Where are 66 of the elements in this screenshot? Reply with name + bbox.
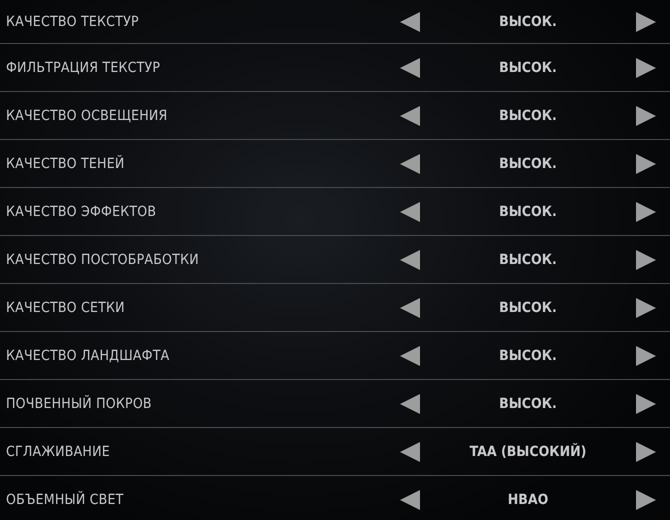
left-triangle-icon xyxy=(400,154,420,174)
right-triangle-icon xyxy=(636,442,656,462)
next-button[interactable] xyxy=(635,296,657,318)
setting-label: ПОЧВЕННЫЙ ПОКРОВ xyxy=(6,396,153,412)
setting-label: КАЧЕСТВО ЛАНДШАФТА xyxy=(6,348,170,364)
right-triangle-icon xyxy=(636,490,656,510)
previous-button[interactable] xyxy=(399,344,421,366)
setting-value: HBAO xyxy=(508,492,548,508)
setting-value: ВЫСОК. xyxy=(499,348,557,364)
next-button[interactable] xyxy=(635,200,657,222)
next-button[interactable] xyxy=(635,440,657,462)
previous-button[interactable] xyxy=(399,488,421,510)
setting-label: КАЧЕСТВО ЭФФЕКТОВ xyxy=(6,204,158,220)
next-button[interactable] xyxy=(635,152,657,174)
previous-button[interactable] xyxy=(399,200,421,222)
setting-value: ВЫСОК. xyxy=(499,108,557,124)
previous-button[interactable] xyxy=(399,104,421,126)
next-button[interactable] xyxy=(635,248,657,270)
right-triangle-icon xyxy=(636,250,656,270)
left-triangle-icon xyxy=(400,490,420,510)
setting-label: КАЧЕСТВО ПОСТОБРАБОТКИ xyxy=(6,252,200,268)
left-triangle-icon xyxy=(400,106,420,126)
left-triangle-icon xyxy=(400,250,420,270)
setting-value: ВЫСОК. xyxy=(499,300,557,316)
next-button[interactable] xyxy=(635,104,657,126)
previous-button[interactable] xyxy=(399,248,421,270)
setting-value: ВЫСОК. xyxy=(499,60,557,76)
setting-label: КАЧЕСТВО ТЕКСТУР xyxy=(6,14,140,30)
next-button[interactable] xyxy=(635,344,657,366)
setting-label: КАЧЕСТВО ТЕНЕЙ xyxy=(6,156,126,172)
previous-button[interactable] xyxy=(399,152,421,174)
right-triangle-icon xyxy=(636,202,656,222)
setting-value: TAA (ВЫСОКИЙ) xyxy=(470,444,586,460)
right-triangle-icon xyxy=(636,298,656,318)
right-triangle-icon xyxy=(636,394,656,414)
left-triangle-icon xyxy=(400,346,420,366)
left-triangle-icon xyxy=(400,202,420,222)
right-triangle-icon xyxy=(636,106,656,126)
right-triangle-icon xyxy=(636,58,656,78)
setting-value: ВЫСОК. xyxy=(499,156,557,172)
right-triangle-icon xyxy=(636,154,656,174)
left-triangle-icon xyxy=(400,12,420,32)
setting-label: СГЛАЖИВАНИЕ xyxy=(6,444,111,460)
previous-button[interactable] xyxy=(399,296,421,318)
previous-button[interactable] xyxy=(399,392,421,414)
previous-button[interactable] xyxy=(399,56,421,78)
setting-value: ВЫСОК. xyxy=(499,252,557,268)
previous-button[interactable] xyxy=(399,10,421,32)
left-triangle-icon xyxy=(400,58,420,78)
next-button[interactable] xyxy=(635,10,657,32)
setting-label: ФИЛЬТРАЦИЯ ТЕКСТУР xyxy=(6,60,162,76)
setting-value: ВЫСОК. xyxy=(499,396,557,412)
left-triangle-icon xyxy=(400,394,420,414)
setting-label: КАЧЕСТВО СЕТКИ xyxy=(6,300,126,316)
setting-value: ВЫСОК. xyxy=(499,14,557,30)
next-button[interactable] xyxy=(635,392,657,414)
setting-label: ОБЪЕМНЫЙ СВЕТ xyxy=(6,492,125,508)
right-triangle-icon xyxy=(636,346,656,366)
right-triangle-icon xyxy=(636,12,656,32)
next-button[interactable] xyxy=(635,56,657,78)
next-button[interactable] xyxy=(635,488,657,510)
setting-label: КАЧЕСТВО ОСВЕЩЕНИЯ xyxy=(6,108,168,124)
previous-button[interactable] xyxy=(399,440,421,462)
left-triangle-icon xyxy=(400,298,420,318)
setting-value: ВЫСОК. xyxy=(499,204,557,220)
left-triangle-icon xyxy=(400,442,420,462)
